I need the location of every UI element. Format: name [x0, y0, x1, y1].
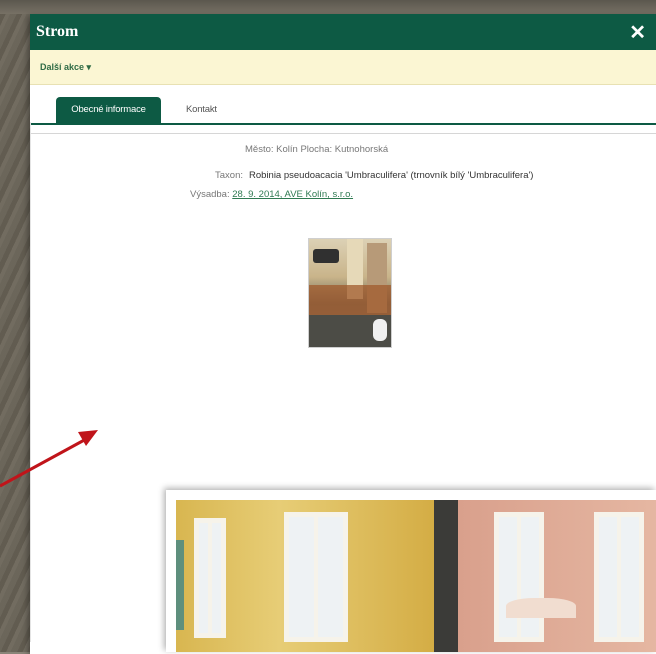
- red-arrow-icon: [0, 430, 98, 488]
